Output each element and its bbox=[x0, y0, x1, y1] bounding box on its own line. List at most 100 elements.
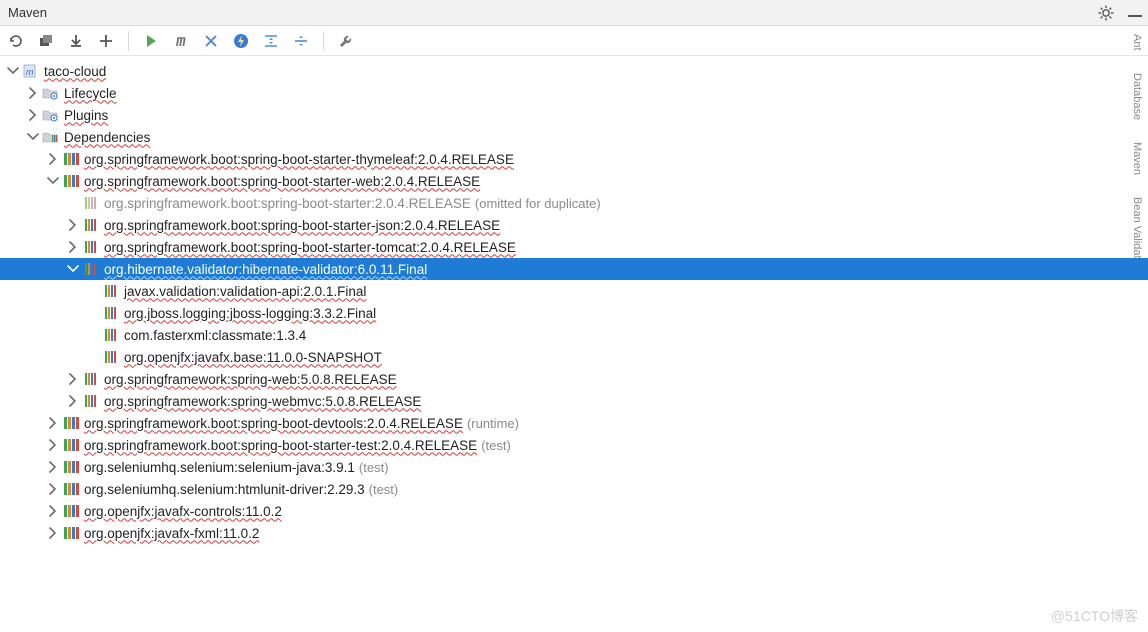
chevron-right-icon[interactable] bbox=[46, 526, 60, 540]
tree-dep-suffix: (test) bbox=[369, 482, 399, 497]
chevron-down-icon[interactable] bbox=[66, 262, 80, 276]
tree-dep-suffix: (omitted for duplicate) bbox=[475, 196, 601, 211]
chevron-right-icon[interactable] bbox=[46, 482, 60, 496]
tree-plugins[interactable]: Plugins bbox=[0, 104, 1148, 126]
tree-dep-web[interactable]: org.springframework.boot:spring-boot-sta… bbox=[0, 170, 1148, 192]
minimize-icon[interactable] bbox=[1128, 9, 1142, 17]
tree-dep[interactable]: org.springframework.boot:spring-boot-dev… bbox=[0, 412, 1148, 434]
tree-dep-label: org.springframework.boot:spring-boot-sta… bbox=[104, 196, 471, 211]
offline-mode-button[interactable] bbox=[231, 31, 251, 51]
library-icon bbox=[102, 349, 120, 365]
library-icon bbox=[102, 305, 120, 321]
library-icon bbox=[82, 239, 100, 255]
library-icon bbox=[82, 371, 100, 387]
tree-dep[interactable]: com.fasterxml:classmate:1.3.4 bbox=[0, 324, 1148, 346]
tree-dep[interactable]: org.seleniumhq.selenium:htmlunit-driver:… bbox=[0, 478, 1148, 500]
tree-dep[interactable]: org.openjfx:javafx.base:11.0.0-SNAPSHOT bbox=[0, 346, 1148, 368]
tree-dep[interactable]: org.springframework.boot:spring-boot-sta… bbox=[0, 236, 1148, 258]
tree-dep-label: org.openjfx:javafx.base:11.0.0-SNAPSHOT bbox=[124, 350, 382, 365]
chevron-right-icon[interactable] bbox=[66, 372, 80, 386]
tree-dep[interactable]: org.springframework.boot:spring-boot-sta… bbox=[0, 434, 1148, 456]
library-icon bbox=[62, 151, 80, 167]
tree-dep-label: org.springframework.boot:spring-boot-dev… bbox=[84, 416, 463, 431]
tree-dep[interactable]: org.seleniumhq.selenium:selenium-java:3.… bbox=[0, 456, 1148, 478]
tree-dep-label: org.springframework.boot:spring-boot-sta… bbox=[84, 174, 480, 189]
tree-dep-label: org.springframework:spring-web:5.0.8.REL… bbox=[104, 372, 397, 387]
tree-dep[interactable]: org.springframework.boot:spring-boot-sta… bbox=[0, 148, 1148, 170]
chevron-down-icon[interactable] bbox=[46, 174, 60, 188]
chevron-down-icon[interactable] bbox=[6, 64, 20, 78]
chevron-right-icon[interactable] bbox=[46, 504, 60, 518]
download-sources-button[interactable] bbox=[66, 31, 86, 51]
panel-title: Maven bbox=[8, 5, 47, 20]
tree-plugins-label: Plugins bbox=[64, 108, 108, 123]
collapse-all-button[interactable] bbox=[261, 31, 281, 51]
tree-dep-hibernate-validator[interactable]: org.hibernate.validator:hibernate-valida… bbox=[0, 258, 1148, 280]
maven-tree[interactable]: taco-cloud Lifecycle Plugins Dependencie… bbox=[0, 56, 1148, 554]
tree-dep[interactable]: org.openjfx:javafx-controls:11.0.2 bbox=[0, 500, 1148, 522]
tree-dep-label: com.fasterxml:classmate:1.3.4 bbox=[124, 328, 306, 343]
tree-dep[interactable]: org.springframework.boot:spring-boot-sta… bbox=[0, 214, 1148, 236]
tree-dep-label: org.springframework.boot:spring-boot-sta… bbox=[104, 240, 516, 255]
chevron-right-icon[interactable] bbox=[26, 86, 40, 100]
library-icon bbox=[102, 283, 120, 299]
toolbar-separator bbox=[323, 31, 324, 51]
tree-dep[interactable]: org.springframework:spring-web:5.0.8.REL… bbox=[0, 368, 1148, 390]
maven-settings-button[interactable] bbox=[336, 31, 356, 51]
library-icon bbox=[82, 393, 100, 409]
tree-lifecycle[interactable]: Lifecycle bbox=[0, 82, 1148, 104]
tree-dep[interactable]: org.openjfx:javafx-fxml:11.0.2 bbox=[0, 522, 1148, 544]
library-icon bbox=[82, 261, 100, 277]
tree-dep[interactable]: org.jboss.logging:jboss-logging:3.3.2.Fi… bbox=[0, 302, 1148, 324]
maven-project-icon bbox=[22, 63, 40, 79]
chevron-right-icon[interactable] bbox=[66, 394, 80, 408]
run-button[interactable] bbox=[141, 31, 161, 51]
tree-dependencies[interactable]: Dependencies bbox=[0, 126, 1148, 148]
settings-icon[interactable] bbox=[1098, 5, 1114, 21]
side-tab-ant[interactable]: Ant bbox=[1129, 28, 1145, 57]
tree-dep-label: org.seleniumhq.selenium:selenium-java:3.… bbox=[84, 460, 355, 475]
chevron-right-icon[interactable] bbox=[46, 460, 60, 474]
library-icon bbox=[62, 459, 80, 475]
library-icon bbox=[62, 525, 80, 541]
tree-root[interactable]: taco-cloud bbox=[0, 60, 1148, 82]
chevron-right-icon[interactable] bbox=[46, 438, 60, 452]
tree-dep-label: org.springframework:spring-webmvc:5.0.8.… bbox=[104, 394, 421, 409]
refresh-button[interactable] bbox=[6, 31, 26, 51]
tree-dep-label: org.jboss.logging:jboss-logging:3.3.2.Fi… bbox=[124, 306, 376, 321]
folder-gear-icon bbox=[42, 107, 60, 123]
chevron-right-icon[interactable] bbox=[66, 218, 80, 232]
tree-dep[interactable]: javax.validation:validation-api:2.0.1.Fi… bbox=[0, 280, 1148, 302]
tree-dep-label: javax.validation:validation-api:2.0.1.Fi… bbox=[124, 284, 366, 299]
expand-button[interactable] bbox=[291, 31, 311, 51]
toggle-skip-tests-button[interactable] bbox=[201, 31, 221, 51]
tree-dep-suffix: (runtime) bbox=[467, 416, 519, 431]
add-project-button[interactable] bbox=[96, 31, 116, 51]
tree-dep-label: org.springframework.boot:spring-boot-sta… bbox=[84, 438, 477, 453]
chevron-down-icon[interactable] bbox=[26, 130, 40, 144]
library-icon bbox=[62, 437, 80, 453]
tree-dep-label: org.springframework.boot:spring-boot-sta… bbox=[84, 152, 514, 167]
generate-sources-button[interactable] bbox=[36, 31, 56, 51]
chevron-right-icon[interactable] bbox=[46, 416, 60, 430]
chevron-right-icon[interactable] bbox=[66, 240, 80, 254]
library-icon bbox=[62, 415, 80, 431]
tree-dep-label: org.springframework.boot:spring-boot-sta… bbox=[104, 218, 500, 233]
tree-dep-suffix: (test) bbox=[359, 460, 389, 475]
tree-dep-suffix: (test) bbox=[481, 438, 511, 453]
execute-goal-button[interactable]: m bbox=[171, 31, 191, 51]
tree-dep-label: org.openjfx:javafx-controls:11.0.2 bbox=[84, 504, 282, 519]
tree-dependencies-label: Dependencies bbox=[64, 130, 150, 145]
chevron-right-icon[interactable] bbox=[26, 108, 40, 122]
tree-lifecycle-label: Lifecycle bbox=[64, 86, 117, 101]
tree-dep-label: org.openjfx:javafx-fxml:11.0.2 bbox=[84, 526, 259, 541]
folder-gear-icon bbox=[42, 85, 60, 101]
toolbar-separator bbox=[128, 31, 129, 51]
library-icon bbox=[62, 481, 80, 497]
watermark: @51CTO博客 bbox=[1051, 606, 1138, 626]
tree-dep[interactable]: org.springframework:spring-webmvc:5.0.8.… bbox=[0, 390, 1148, 412]
chevron-right-icon[interactable] bbox=[46, 152, 60, 166]
maven-toolbar: m bbox=[0, 26, 1148, 56]
library-icon bbox=[102, 327, 120, 343]
tree-dep[interactable]: org.springframework.boot:spring-boot-sta… bbox=[0, 192, 1148, 214]
